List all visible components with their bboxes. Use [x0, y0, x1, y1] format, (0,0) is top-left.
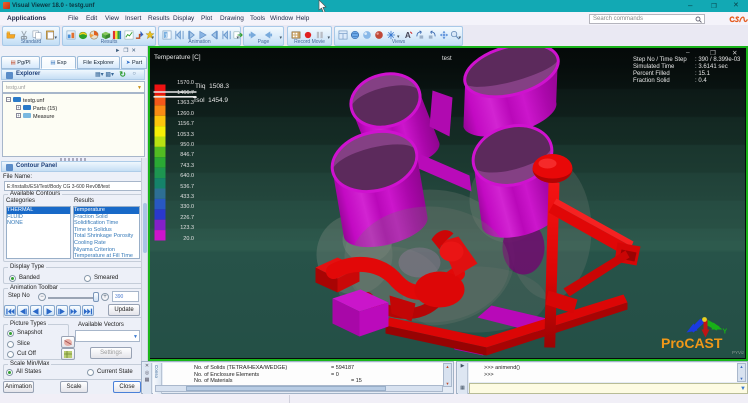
svg-text:Y: Y	[723, 329, 728, 336]
